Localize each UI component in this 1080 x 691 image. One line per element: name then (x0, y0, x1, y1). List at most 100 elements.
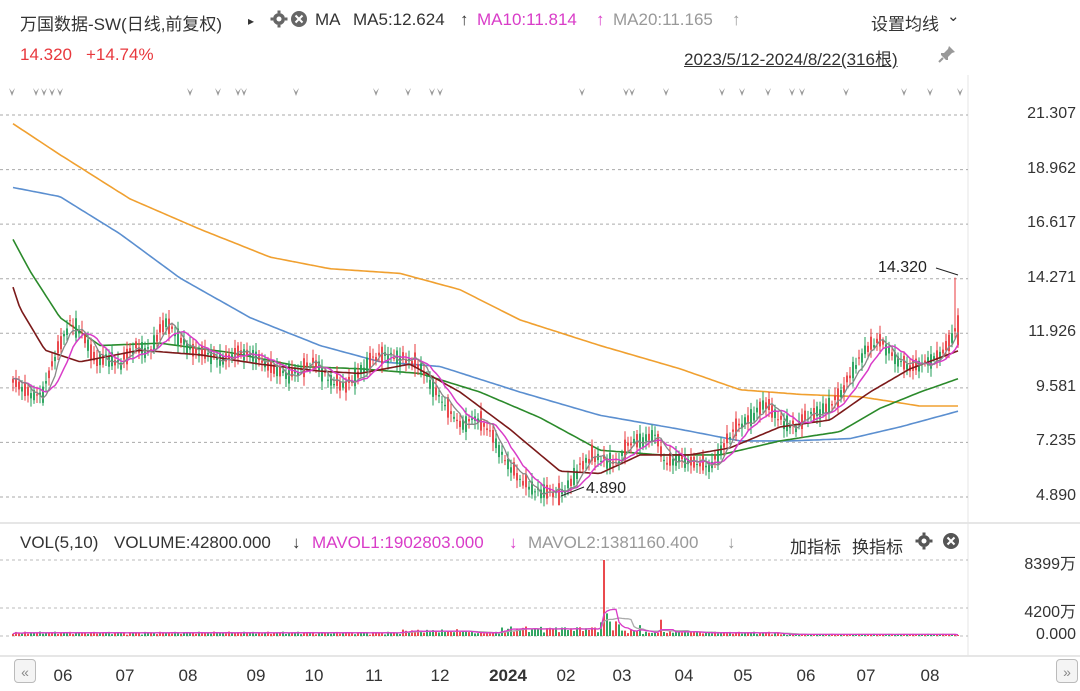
candle-body (840, 390, 842, 398)
event-marker-icon (579, 88, 585, 96)
volume-bar (780, 634, 782, 636)
add-indicator-button[interactable]: 加指标 (790, 533, 841, 558)
volume-bar (66, 633, 68, 636)
candle-body (783, 421, 785, 430)
candle-body (522, 481, 524, 486)
volume-bar (717, 633, 719, 636)
volume-bar (384, 634, 386, 636)
volume-bar (180, 633, 182, 636)
event-marker-icon (215, 88, 221, 96)
candle-body (429, 379, 431, 389)
volume-bar (534, 628, 536, 636)
candle-body (207, 353, 209, 355)
candle-body (279, 367, 281, 377)
low-annotation-label: 4.890 (586, 480, 626, 497)
candle-body (204, 348, 206, 359)
candle-body (516, 473, 518, 481)
volume-bar (648, 632, 650, 636)
volume-indicator-name[interactable]: VOL(5,10) (20, 533, 98, 553)
volume-bar (711, 633, 713, 636)
volume-bar (885, 634, 887, 636)
time-tick-label: 06 (796, 666, 816, 685)
candle-body (60, 336, 62, 350)
volume-bar (96, 633, 98, 636)
candle-body (777, 419, 779, 421)
volume-bar (42, 633, 44, 636)
candle-body (45, 381, 47, 384)
volume-bar (825, 634, 827, 636)
price-tick-label: 11.926 (1028, 323, 1076, 341)
volume-bar (471, 631, 473, 636)
time-tick-label: 03 (612, 666, 632, 685)
volume-bar (627, 633, 629, 636)
volume-bar (81, 633, 83, 636)
candle-body (855, 365, 857, 369)
volume-bar (567, 630, 569, 636)
time-tick-label: 09 (246, 666, 266, 685)
volume-bar (483, 633, 485, 636)
candle-body (951, 333, 953, 343)
volume-gear-icon[interactable] (915, 532, 933, 555)
volume-bar (855, 635, 857, 636)
volume-bar (210, 633, 212, 636)
candle-body (504, 460, 506, 462)
price-tick-label: 14.271 (1027, 268, 1076, 286)
volume-bar (612, 630, 614, 636)
event-marker-icon (623, 88, 629, 96)
volume-bar (537, 628, 539, 636)
event-marker-icon (765, 88, 771, 96)
time-tick-label: 05 (733, 666, 753, 685)
volume-bar (225, 633, 227, 636)
volume-bar (474, 633, 476, 636)
event-marker-icon (843, 88, 849, 96)
candle-body (486, 428, 488, 431)
scroll-left-button[interactable]: « (14, 659, 36, 683)
volume-bar (603, 560, 605, 636)
switch-indicator-button[interactable]: 换指标 (852, 533, 903, 558)
volume-bar (525, 626, 527, 636)
candle-body (267, 362, 269, 371)
volume-bar (696, 632, 698, 636)
scroll-right-button[interactable]: » (1056, 659, 1078, 683)
time-tick-label: 08 (920, 666, 940, 685)
volume-close-icon[interactable] (942, 532, 960, 555)
volume-bar (783, 633, 785, 636)
volume-bar (186, 633, 188, 636)
volume-bar (477, 633, 479, 636)
volume-bar (324, 633, 326, 636)
candle-body (159, 324, 161, 333)
volume-bar (234, 633, 236, 636)
candle-body (528, 486, 530, 490)
time-tick-label: 2024 (489, 666, 527, 685)
candle-body (456, 419, 458, 422)
candle-body (726, 433, 728, 444)
price-chart[interactable]: 14.320 4.890 (0, 0, 1080, 691)
candle-body (360, 365, 362, 374)
volume-bar (414, 632, 416, 636)
candle-body (672, 458, 674, 466)
candle-body (867, 345, 869, 352)
volume-bar (573, 630, 575, 636)
volume-bar (171, 633, 173, 636)
volume-bar (231, 633, 233, 636)
volume-arrow: ↓ (292, 533, 301, 552)
volume-bar (657, 632, 659, 636)
time-tick-label: 07 (856, 666, 876, 685)
candle-body (945, 341, 947, 351)
event-marker-icon (629, 88, 635, 96)
candle-body (378, 352, 380, 356)
candle-body (630, 443, 632, 446)
candle-body (762, 400, 764, 410)
candle-body (276, 366, 278, 377)
candle-body (21, 386, 23, 392)
candle-body (933, 356, 935, 360)
candle-body (858, 357, 860, 359)
volume-bar (756, 634, 758, 636)
candle-body (339, 381, 341, 391)
volume-bar (666, 632, 668, 636)
candle-body (42, 386, 44, 403)
volume-bar (315, 634, 317, 636)
volume-bar (687, 632, 689, 636)
time-tick-label: 02 (556, 666, 576, 685)
volume-bar (300, 634, 302, 636)
